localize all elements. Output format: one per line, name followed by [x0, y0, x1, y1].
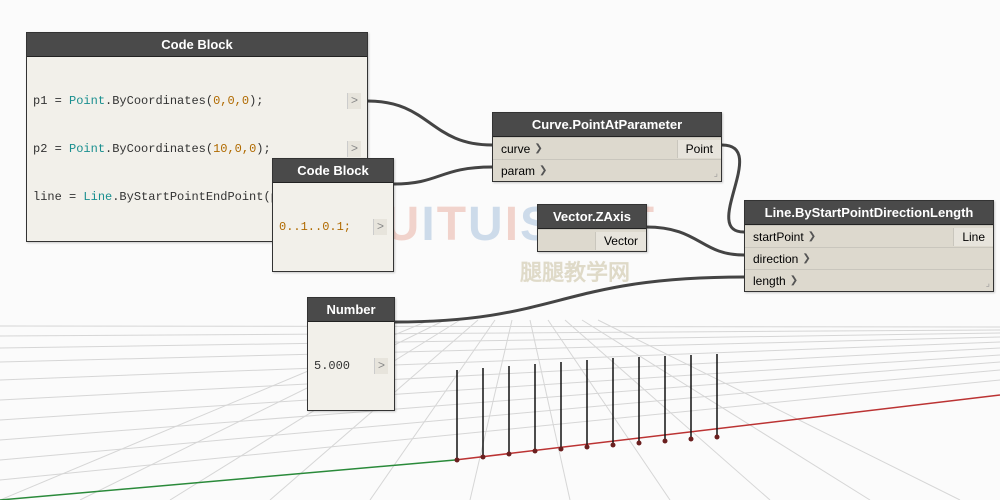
node-codeblock-range[interactable]: Code Block 0..1..0.1; > [272, 158, 394, 272]
output-port[interactable]: > [374, 358, 388, 374]
resize-handle[interactable]: ⌟ [714, 168, 718, 179]
node-header[interactable]: Line.ByStartPointDirectionLength [745, 201, 993, 225]
output-port[interactable]: > [347, 141, 361, 157]
output-port[interactable]: > [373, 219, 387, 235]
resize-handle[interactable]: ⌟ [986, 278, 990, 289]
output-port-vector[interactable]: Vector [595, 232, 646, 250]
input-port-param[interactable]: param❯ [493, 162, 555, 180]
output-port-point[interactable]: Point [677, 140, 721, 158]
code-type: Point [69, 94, 105, 108]
node-header[interactable]: Code Block [273, 159, 393, 183]
input-port-curve[interactable]: curve❯ [493, 140, 551, 158]
input-port-direction[interactable]: direction❯ [745, 250, 819, 268]
input-port-length[interactable]: length❯ [745, 272, 806, 290]
node-curve-pointatparameter[interactable]: Curve.PointAtParameter curve❯ Point para… [492, 112, 722, 182]
code-var: p1 [33, 94, 47, 108]
node-number[interactable]: Number 5.000 > [307, 297, 395, 411]
node-header[interactable]: Code Block [27, 33, 367, 57]
node-header[interactable]: Vector.ZAxis [538, 205, 646, 229]
node-header[interactable]: Number [308, 298, 394, 322]
code-text: 0..1..0.1; [279, 220, 351, 234]
node-vector-zaxis[interactable]: Vector.ZAxis Vector [537, 204, 647, 252]
graph-canvas[interactable]: Code Block p1 = Point.ByCoordinates(0,0,… [0, 0, 1000, 500]
node-line-bystartpointdirectionlength[interactable]: Line.ByStartPointDirectionLength startPo… [744, 200, 994, 292]
output-port-line[interactable]: Line [953, 228, 993, 246]
number-value[interactable]: 5.000 [314, 358, 370, 374]
input-port-startpoint[interactable]: startPoint❯ [745, 228, 824, 246]
node-header[interactable]: Curve.PointAtParameter [493, 113, 721, 137]
output-port[interactable]: > [347, 93, 361, 109]
